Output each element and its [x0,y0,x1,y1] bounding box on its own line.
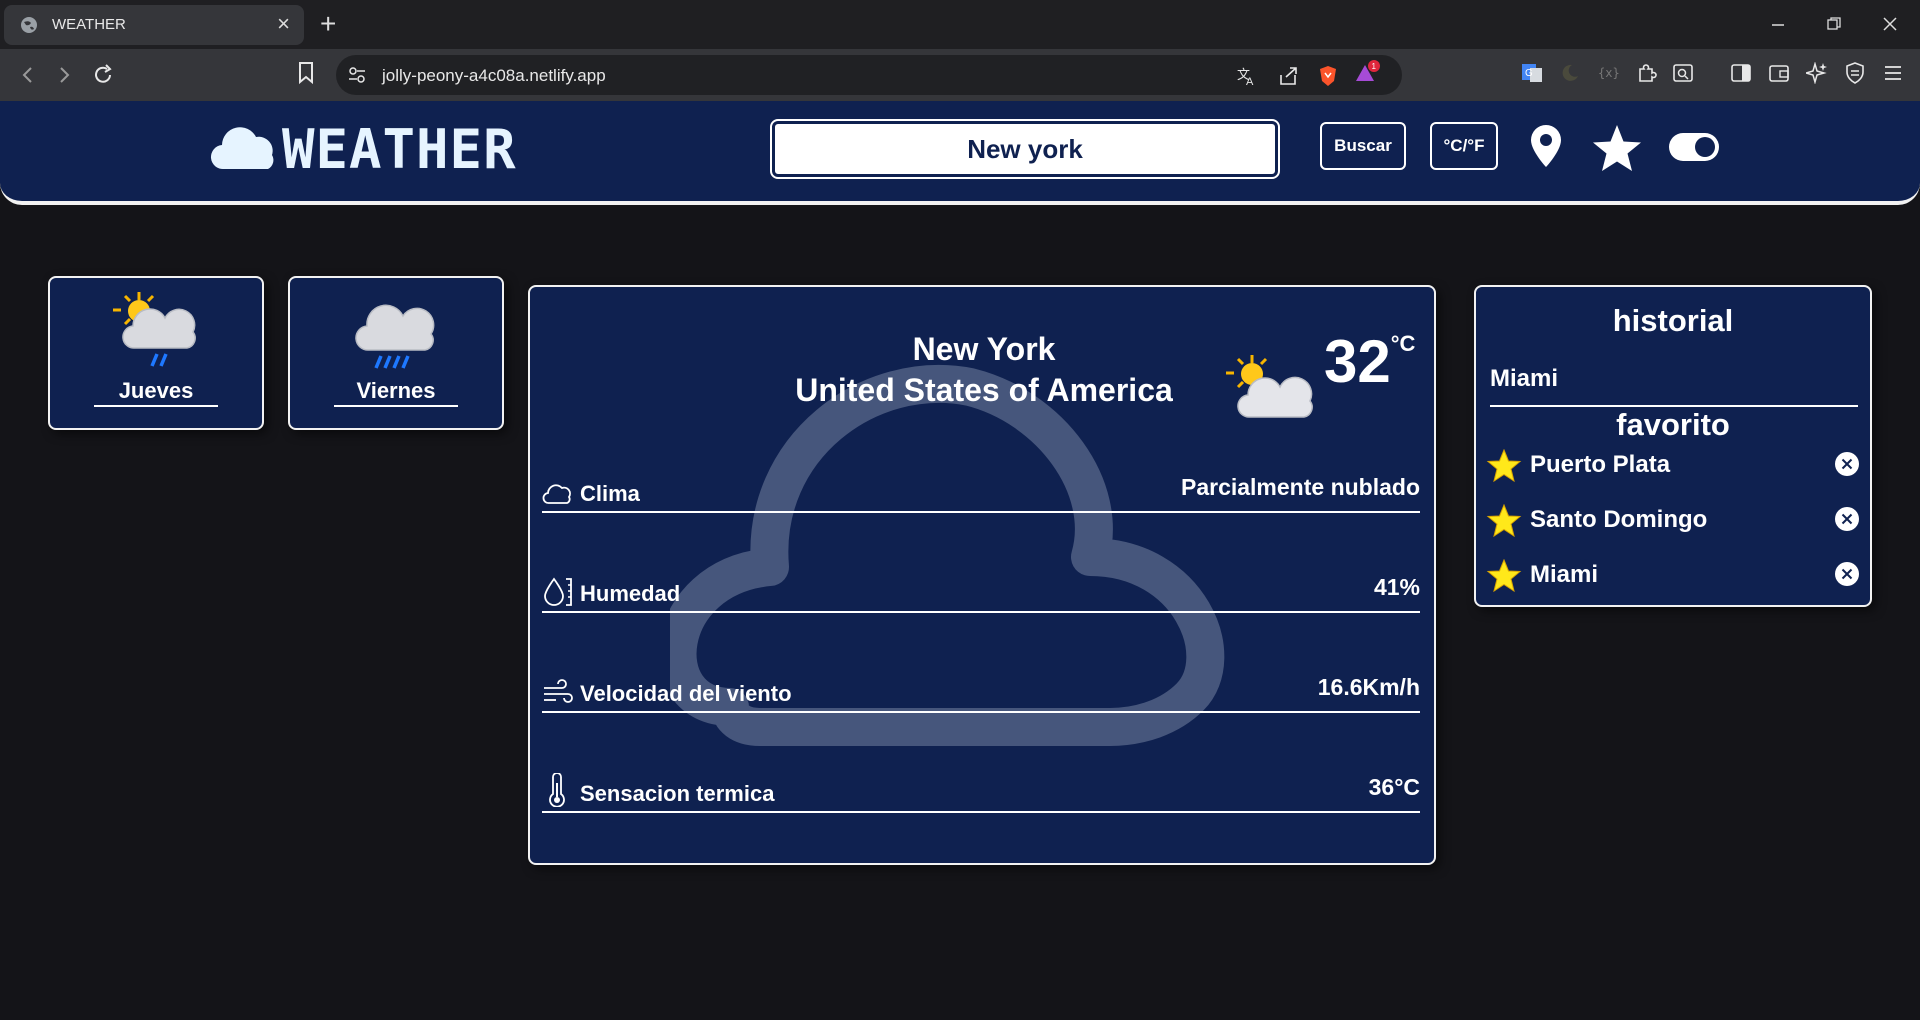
close-window-icon[interactable] [1882,16,1898,32]
divider [94,405,218,407]
sun-cloud-rain-icon [113,292,196,367]
partly-cloudy-icon [1226,355,1313,418]
weather-row-viento: Velocidad del viento 16.6Km/h [542,667,1420,713]
history-item-label: Miami [1490,365,1559,392]
reload-icon[interactable] [92,64,114,86]
cloud-outline-icon [542,484,571,504]
temperature: 32°C [1324,327,1415,396]
logo-cloud-icon [210,127,274,170]
vpn-shield-icon[interactable] [1844,62,1866,84]
row-label: Velocidad del viento [580,681,792,706]
favorite-item[interactable]: Puerto Plata [1486,447,1860,487]
location-pin-icon[interactable] [1528,123,1564,169]
row-value: Parcialmente nublado [1180,474,1420,500]
logo-text: WEATHER [282,118,517,181]
current-weather-card: New York United States of America 32°C C… [528,285,1436,865]
cloud-heavy-rain-icon [355,304,435,369]
favorite-name: Miami [1530,561,1599,588]
history-title: historial [1612,303,1734,338]
google-translate-ext-icon[interactable]: G [1522,62,1542,84]
wallet-icon[interactable] [1768,62,1790,84]
leo-ai-icon[interactable] [1806,62,1828,84]
history-favorites-card: historial Miami favorito Puerto Plata Sa… [1474,285,1872,607]
unit-toggle-button[interactable]: °C/°F [1430,122,1498,170]
thermometer-icon [549,773,565,807]
row-value: 36°C [1368,774,1420,800]
favorite-item[interactable]: Santo Domingo [1486,502,1860,542]
forecast-day-label: Viernes [356,378,436,403]
translate-icon[interactable]: 文A [1236,65,1258,87]
favorite-name: Santo Domingo [1530,506,1708,533]
favorite-name: Puerto Plata [1530,451,1671,478]
forecast-card-jueves[interactable]: Jueves [48,276,264,430]
forecast-card-viernes[interactable]: Viernes [288,276,504,430]
sidebar-icon[interactable] [1730,62,1752,84]
history-item[interactable]: Miami [1490,365,1858,407]
humidity-icon [544,577,572,606]
forward-icon[interactable] [54,65,74,85]
brave-shield-icon[interactable] [1318,65,1338,87]
row-value: 16.6Km/h [1317,674,1420,700]
row-value: 41% [1373,574,1420,600]
minimize-icon[interactable] [1770,17,1786,33]
share-icon[interactable] [1278,65,1300,87]
remove-favorite-icon[interactable] [1834,561,1860,587]
browser-tab[interactable]: WEATHER × [4,5,304,45]
star-icon [1486,504,1522,538]
weather-row-humedad: Humedad 41% [542,567,1420,613]
svg-text:1: 1 [1372,62,1377,71]
temperature-value: 32 [1324,328,1391,395]
url-text: jolly-peony-a4c08a.netlify.app [382,66,606,85]
back-icon[interactable] [18,65,38,85]
extensions-icon[interactable] [1636,62,1658,84]
dark-mode-ext-icon[interactable] [1560,62,1580,84]
remove-favorite-icon[interactable] [1834,451,1860,477]
theme-toggle-icon[interactable] [1668,132,1720,162]
json-ext-icon[interactable]: {x} [1598,62,1620,84]
reading-list-icon[interactable] [1672,62,1694,84]
search-button[interactable]: Buscar [1320,122,1406,170]
svg-text:A: A [1246,76,1254,87]
temperature-unit: °C [1390,331,1416,356]
weather-row-sensacion: Sensacion termica 36°C [542,767,1420,813]
restore-icon[interactable] [1826,16,1842,32]
divider [334,405,458,407]
svg-text:{x}: {x} [1598,66,1620,80]
globe-icon [21,17,37,33]
svg-text:G: G [1525,68,1533,79]
site-settings-icon[interactable] [348,66,366,84]
weather-row-clima: Clima Parcialmente nublado [542,467,1420,513]
browser-toolbar: jolly-peony-a4c08a.netlify.app 文A 1 G {x… [0,49,1920,101]
new-tab-button[interactable]: + [320,10,336,38]
favorites-title: favorito [1616,407,1730,442]
browser-tab-bar: WEATHER × + [0,0,1920,49]
favorite-item[interactable]: Miami [1486,557,1860,597]
star-icon [1486,559,1522,593]
city-search-input[interactable] [770,119,1280,179]
row-label: Sensacion termica [580,781,775,806]
row-label: Clima [580,481,640,506]
row-label: Humedad [580,581,681,606]
app-header: WEATHER Buscar °C/°F [0,101,1920,205]
favorite-star-icon[interactable] [1590,123,1644,175]
brave-rewards-icon[interactable]: 1 [1354,59,1382,85]
forecast-day-label: Jueves [118,378,194,403]
star-icon [1486,449,1522,483]
tab-close-icon[interactable]: × [277,12,290,36]
remove-favorite-icon[interactable] [1834,506,1860,532]
address-bar[interactable]: jolly-peony-a4c08a.netlify.app 文A 1 [336,55,1402,95]
tab-title: WEATHER [52,16,126,33]
bookmark-icon[interactable] [296,61,316,85]
wind-icon [544,679,573,703]
menu-icon[interactable] [1882,62,1904,84]
